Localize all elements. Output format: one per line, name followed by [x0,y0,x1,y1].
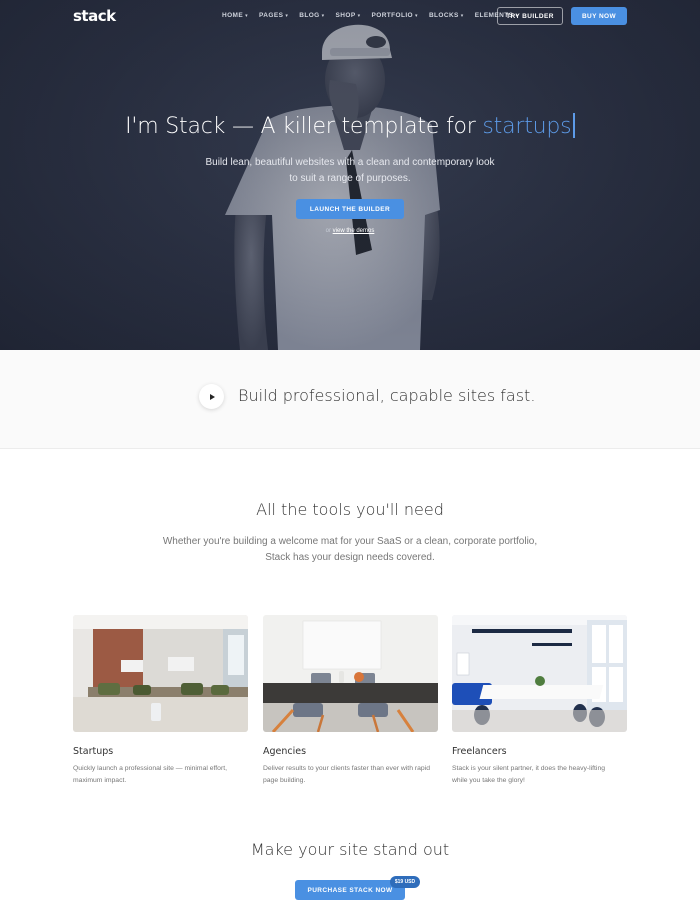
chevron-down-icon: ▾ [245,12,249,19]
standout-title: Make your site stand out [250,840,450,859]
nav-menu: HOME ▾ PAGES ▾ BLOG ▾ SHOP ▾ PORTFOLIO ▾… [222,12,529,19]
video-strip: Build professional, capable sites fast. [0,350,700,449]
feature-card-freelancers[interactable]: Freelancers Stack is your silent partner… [452,615,627,787]
nav-item-label: SHOP [335,12,356,19]
agencies-photo [263,615,438,732]
top-navigation: stack HOME ▾ PAGES ▾ BLOG ▾ SHOP ▾ PORTF… [0,0,700,32]
card-text: Deliver results to your clients faster t… [263,765,430,784]
card-title: Freelancers [452,746,507,757]
hero-subtitle: Build lean, beautiful websites with a cl… [205,157,495,184]
chevron-down-icon: ▾ [285,12,289,19]
launch-builder-button[interactable]: LAUNCH THE BUILDER [296,199,404,219]
view-demos-link[interactable]: view the demos [333,228,375,234]
nav-item-label: BLOG [299,12,320,19]
play-video-button[interactable] [199,384,224,409]
chevron-down-icon: ▾ [415,12,418,19]
card-text: Quickly launch a professional site — min… [73,765,228,784]
feature-card-agencies[interactable]: Agencies Deliver results to your clients… [263,615,438,787]
purchase-stack-button[interactable]: PURCHASE STACK NOW [295,880,405,900]
nav-item-label: PORTFOLIO [371,12,414,19]
startups-photo [73,615,248,732]
hero-title-accent: startups [482,114,572,139]
hero-title-text: I'm Stack — A killer template for [125,114,483,139]
nav-item-blocks[interactable]: BLOCKS ▾ [429,12,464,19]
nav-item-shop[interactable]: SHOP ▾ [336,12,361,19]
play-icon [210,393,215,400]
tools-title: All the tools you'll need [256,500,444,519]
freelancers-photo [452,615,627,732]
feature-card-startups[interactable]: Startups Quickly launch a professional s… [73,615,248,787]
hero-section: stack HOME ▾ PAGES ▾ BLOG ▾ SHOP ▾ PORTF… [0,0,700,350]
typing-cursor [573,113,575,138]
nav-item-label: PAGES [259,12,284,19]
chevron-down-icon: ▾ [460,12,464,19]
hero-alt-text: or view the demos [0,228,700,234]
nav-item-pages[interactable]: PAGES ▾ [259,12,288,19]
nav-item-home[interactable]: HOME ▾ [222,12,248,19]
try-builder-button[interactable]: TRY BUILDER [497,7,563,25]
hero-alt-prefix: or [325,228,333,234]
nav-item-label: HOME [222,12,244,19]
card-text: Stack is your silent partner, it does th… [452,765,606,784]
buy-now-button[interactable]: BUY NOW [571,7,627,25]
strip-headline: Build professional, capable sites fast. [238,386,536,405]
nav-item-portfolio[interactable]: PORTFOLIO ▾ [372,12,418,19]
chevron-down-icon: ▾ [321,12,325,19]
card-title: Startups [73,746,114,757]
brand-logo[interactable]: stack [73,7,116,25]
hero-title: I'm Stack — A killer template for startu… [0,113,700,139]
nav-item-blog[interactable]: BLOG ▾ [299,12,324,19]
nav-item-label: BLOCKS [428,12,459,19]
card-title: Agencies [263,746,307,757]
chevron-down-icon: ▾ [357,12,361,19]
tools-subtitle: Whether you're building a welcome mat fo… [162,536,538,563]
price-badge: $19 USD [390,876,420,888]
